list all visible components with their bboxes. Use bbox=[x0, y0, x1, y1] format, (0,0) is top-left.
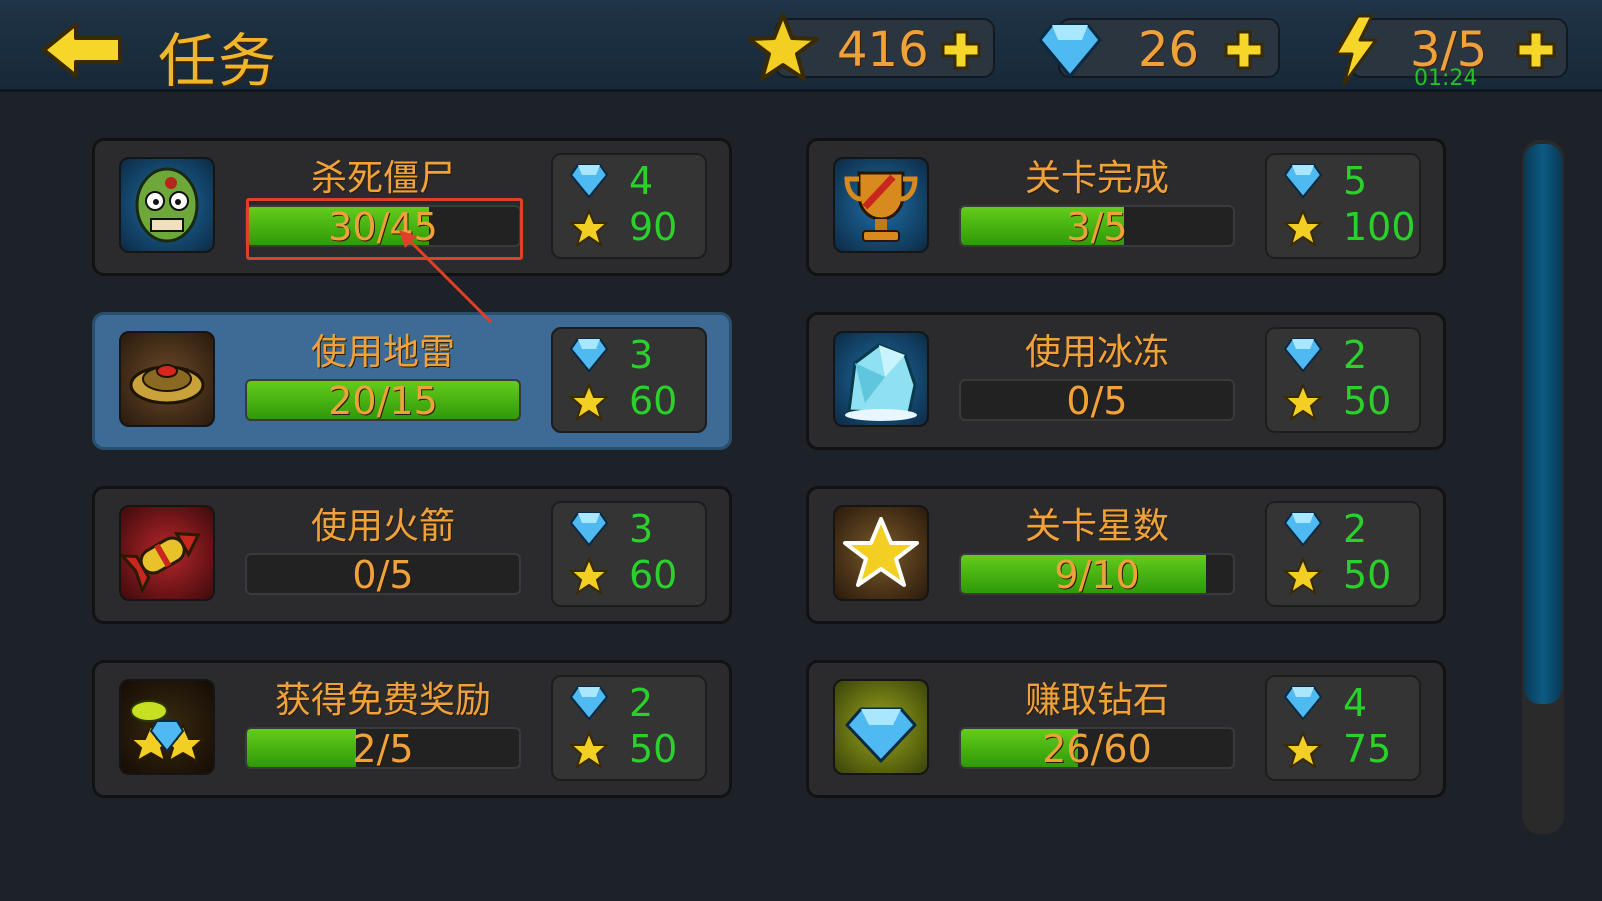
rocket-icon bbox=[119, 505, 215, 601]
star-icon bbox=[569, 557, 609, 595]
reward-stars: 50 bbox=[629, 727, 678, 771]
task-card-use-rocket[interactable]: 使用火箭 0/5 3 60 bbox=[92, 486, 732, 624]
ice-icon bbox=[833, 331, 929, 427]
gem-icon bbox=[569, 686, 609, 721]
task-title: 使用火箭 bbox=[310, 506, 455, 547]
progress-text: 26/60 bbox=[1042, 727, 1152, 769]
progress-text: 20/15 bbox=[328, 379, 438, 421]
add-energy-button[interactable] bbox=[1516, 30, 1556, 70]
scrollbar-thumb[interactable] bbox=[1524, 144, 1562, 704]
reward-box: 5 100 bbox=[1265, 153, 1421, 259]
task-title: 杀死僵尸 bbox=[310, 158, 455, 199]
gem-icon bbox=[1283, 512, 1323, 547]
page-title: 任务 bbox=[158, 27, 279, 95]
gem-currency-icon bbox=[1038, 23, 1102, 78]
gems-value: 26 bbox=[1138, 22, 1200, 78]
energy-timer: 01:24 bbox=[1414, 66, 1478, 91]
reward-stars: 50 bbox=[1343, 553, 1392, 597]
stars-value: 416 bbox=[837, 22, 929, 78]
star-icon bbox=[1283, 209, 1323, 247]
star-icon bbox=[1283, 383, 1323, 421]
task-progress-bar: 0/5 bbox=[245, 553, 521, 595]
task-card-level-complete[interactable]: 关卡完成 3/5 5 100 bbox=[806, 138, 1446, 276]
progress-text: 3/5 bbox=[1066, 205, 1128, 247]
diamond-icon bbox=[833, 679, 929, 775]
task-card-use-landmine[interactable]: 使用地雷 20/15 3 60 bbox=[92, 312, 732, 450]
reward-box: 2 50 bbox=[551, 675, 707, 781]
reward-gems: 3 bbox=[629, 333, 654, 377]
star-icon bbox=[1283, 731, 1323, 769]
task-progress-bar: 9/10 bbox=[959, 553, 1235, 595]
reward-box: 4 90 bbox=[551, 153, 707, 259]
task-card-free-reward[interactable]: 获得免费奖励 2/5 2 50 bbox=[92, 660, 732, 798]
trophy-icon bbox=[833, 157, 929, 253]
reward-stars: 75 bbox=[1343, 727, 1392, 771]
gem-icon bbox=[1283, 164, 1323, 199]
task-progress-bar: 20/15 bbox=[245, 379, 521, 421]
star-icon bbox=[569, 209, 609, 247]
star-icon bbox=[1283, 557, 1323, 595]
reward-gems: 5 bbox=[1343, 159, 1368, 203]
task-title: 赚取钻石 bbox=[1024, 680, 1169, 721]
task-title: 使用地雷 bbox=[310, 332, 455, 373]
progress-text: 0/5 bbox=[352, 553, 414, 595]
reward-gems: 4 bbox=[1343, 681, 1368, 725]
task-progress-bar: 3/5 bbox=[959, 205, 1235, 247]
reward-stars: 50 bbox=[1343, 379, 1392, 423]
progress-text: 2/5 bbox=[352, 727, 414, 769]
task-title: 获得免费奖励 bbox=[274, 680, 491, 721]
reward-box: 3 60 bbox=[551, 501, 707, 607]
star-icon bbox=[569, 383, 609, 421]
task-title: 使用冰冻 bbox=[1024, 332, 1169, 373]
reward-box: 4 75 bbox=[1265, 675, 1421, 781]
reward-stars: 60 bbox=[629, 379, 678, 423]
star-icon bbox=[569, 731, 609, 769]
reward-gems: 2 bbox=[1343, 507, 1368, 551]
reward-gems: 4 bbox=[629, 159, 654, 203]
reward-stars: 60 bbox=[629, 553, 678, 597]
progress-text: 9/10 bbox=[1054, 553, 1140, 595]
task-progress-bar: 26/60 bbox=[959, 727, 1235, 769]
task-card-use-freeze[interactable]: 使用冰冻 0/5 2 50 bbox=[806, 312, 1446, 450]
add-stars-button[interactable] bbox=[941, 30, 981, 70]
reward-stars: 100 bbox=[1343, 205, 1416, 249]
lightning-icon bbox=[1334, 14, 1378, 86]
back-arrow-button[interactable] bbox=[40, 20, 126, 80]
reward-box: 2 50 bbox=[1265, 327, 1421, 433]
free-reward-icon bbox=[119, 679, 215, 775]
add-gems-button[interactable] bbox=[1224, 30, 1264, 70]
star-currency-icon bbox=[747, 13, 819, 81]
gem-icon bbox=[1283, 338, 1323, 373]
landmine-icon bbox=[119, 331, 215, 427]
reward-stars: 90 bbox=[629, 205, 678, 249]
star-icon bbox=[833, 505, 929, 601]
reward-box: 3 60 bbox=[551, 327, 707, 433]
zombie-icon bbox=[119, 157, 215, 253]
reward-gems: 2 bbox=[1343, 333, 1368, 377]
task-title: 关卡星数 bbox=[1024, 506, 1169, 547]
gem-icon bbox=[569, 512, 609, 547]
back-arrow-icon bbox=[42, 22, 122, 78]
top-bar: 任务 416 26 3/5 01:24 bbox=[0, 0, 1602, 95]
gem-icon bbox=[1283, 686, 1323, 721]
gem-icon bbox=[569, 164, 609, 199]
reward-box: 2 50 bbox=[1265, 501, 1421, 607]
gem-icon bbox=[569, 338, 609, 373]
task-progress-bar: 0/5 bbox=[959, 379, 1235, 421]
task-progress-bar: 2/5 bbox=[245, 727, 521, 769]
reward-gems: 3 bbox=[629, 507, 654, 551]
task-title: 关卡完成 bbox=[1024, 158, 1169, 199]
annotation-arrow bbox=[399, 230, 493, 324]
task-card-earn-diamonds[interactable]: 赚取钻石 26/60 4 75 bbox=[806, 660, 1446, 798]
reward-gems: 2 bbox=[629, 681, 654, 725]
progress-text: 0/5 bbox=[1066, 379, 1128, 421]
task-card-level-stars[interactable]: 关卡星数 9/10 2 50 bbox=[806, 486, 1446, 624]
